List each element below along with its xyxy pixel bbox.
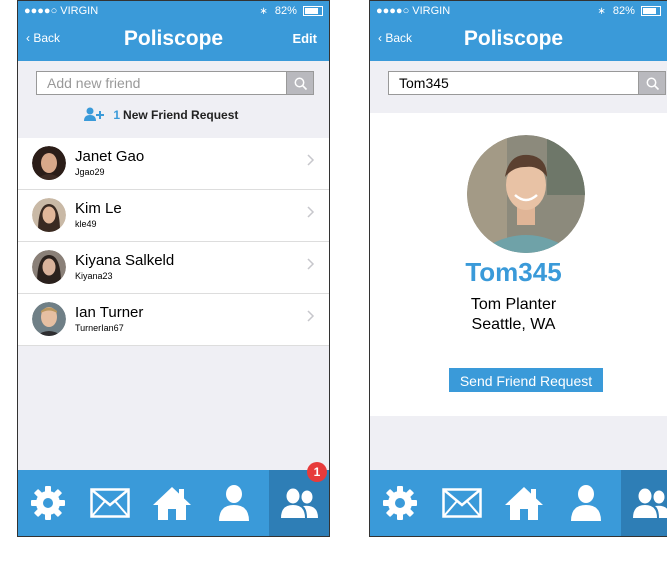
search-bar xyxy=(36,71,314,95)
friend-username: Jgao29 xyxy=(75,167,105,177)
friend-name: Kiyana Salkeld xyxy=(75,252,175,269)
tab-messages[interactable] xyxy=(432,470,492,536)
carrier-label: ●●●●○ VIRGIN xyxy=(376,5,451,17)
profile-icon xyxy=(571,485,601,521)
tab-home[interactable] xyxy=(494,470,554,536)
page-title: Poliscope xyxy=(463,27,564,50)
tab-bar: 1 xyxy=(18,462,329,536)
search-input[interactable] xyxy=(389,72,639,94)
battery-percentage: 82% xyxy=(612,5,635,17)
profile-photo xyxy=(467,135,585,253)
nav-bar: ‹ Back Poliscope xyxy=(370,21,667,61)
search-button[interactable] xyxy=(286,71,314,95)
friends-icon xyxy=(633,488,667,518)
profile-icon xyxy=(219,485,249,521)
friend-name: Kim Le xyxy=(75,200,122,217)
search-bar xyxy=(388,71,666,95)
list-item[interactable]: Kim Le kle49 xyxy=(18,190,329,242)
page-title: Poliscope xyxy=(123,27,224,50)
tab-friends[interactable] xyxy=(621,470,667,536)
friend-name: Janet Gao xyxy=(75,148,145,165)
chevron-right-icon xyxy=(307,154,315,166)
friend-username: Kiyana23 xyxy=(75,271,113,281)
friend-name: Ian Turner xyxy=(75,304,144,321)
battery-percentage: 82% xyxy=(274,5,297,17)
status-bar: ●●●●○ VIRGIN ∗ 82% xyxy=(18,1,329,21)
carrier-label: ●●●●○ VIRGIN xyxy=(24,5,99,17)
friends-screen: ●●●●○ VIRGIN ∗ 82% ‹ Back Poliscope Edit… xyxy=(17,0,330,537)
chevron-right-icon xyxy=(307,258,315,270)
chevron-right-icon xyxy=(307,206,315,218)
tab-bar xyxy=(370,470,667,536)
tab-friends[interactable]: 1 xyxy=(269,462,329,536)
mail-icon xyxy=(90,488,130,518)
request-label: New Friend Request xyxy=(123,108,239,122)
friends-list: Janet Gao Jgao29 Kim Le kle49 Kiyana Sal… xyxy=(18,138,329,346)
settings-icon xyxy=(31,486,65,520)
home-icon xyxy=(505,487,543,520)
avatar xyxy=(32,198,66,232)
bluetooth-icon: ∗ xyxy=(597,6,606,17)
chevron-right-icon xyxy=(307,310,315,322)
home-icon xyxy=(153,487,191,520)
bluetooth-icon: ∗ xyxy=(259,6,268,17)
tab-profile[interactable] xyxy=(204,470,264,536)
mail-icon xyxy=(442,488,482,518)
search-icon xyxy=(294,77,308,91)
send-friend-request-button[interactable]: Send Friend Request xyxy=(449,368,603,392)
add-user-icon xyxy=(84,107,104,121)
profile-screen: ●●●●○ VIRGIN ∗ 82% ‹ Back Poliscope Tom3… xyxy=(369,0,667,537)
add-friend-input[interactable] xyxy=(37,72,287,94)
battery-icon xyxy=(641,6,661,17)
notification-badge: 1 xyxy=(307,462,327,482)
tab-settings[interactable] xyxy=(370,470,430,536)
friend-request-link[interactable]: 1 New Friend Request xyxy=(84,107,238,122)
search-button[interactable] xyxy=(638,71,666,95)
friend-username: TurnerIan67 xyxy=(75,323,124,333)
nav-bar: ‹ Back Poliscope Edit xyxy=(18,21,329,61)
profile-full-name: Tom Planter xyxy=(470,296,557,313)
tab-settings[interactable] xyxy=(18,470,78,536)
friends-icon xyxy=(281,488,318,518)
avatar xyxy=(32,250,66,284)
list-item[interactable]: Ian Turner TurnerIan67 xyxy=(18,294,329,346)
avatar xyxy=(32,146,66,180)
tab-home[interactable] xyxy=(142,470,202,536)
request-count: 1 xyxy=(113,108,121,122)
tab-messages[interactable] xyxy=(80,470,140,536)
friend-username: kle49 xyxy=(75,219,97,229)
edit-button[interactable]: Edit xyxy=(292,31,317,46)
profile-username: Tom345 xyxy=(465,257,562,287)
battery-icon xyxy=(303,6,323,17)
avatar xyxy=(32,302,66,336)
status-bar: ●●●●○ VIRGIN ∗ 82% xyxy=(370,1,667,21)
tab-profile[interactable] xyxy=(556,470,616,536)
search-icon xyxy=(646,77,660,91)
profile-location: Seattle, WA xyxy=(471,316,556,333)
settings-icon xyxy=(383,486,417,520)
profile-card: Tom345 Tom Planter Seattle, WA Send Frie… xyxy=(370,113,667,416)
list-item[interactable]: Janet Gao Jgao29 xyxy=(18,138,329,190)
list-item[interactable]: Kiyana Salkeld Kiyana23 xyxy=(18,242,329,294)
